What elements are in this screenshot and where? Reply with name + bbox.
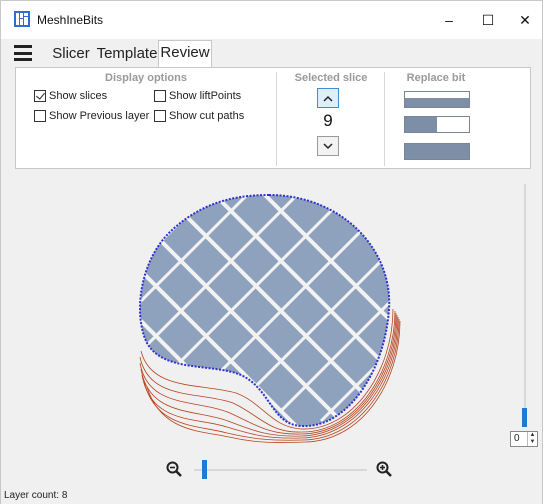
replace-bit-full-length-button[interactable] xyxy=(404,91,470,108)
show-liftpoints-checkbox[interactable]: Show liftPoints xyxy=(154,90,241,102)
app-window: MeshInеBits – ☐ ✕ Slicer Template Review… xyxy=(0,0,543,504)
review-ribbon: Display options Show slices Show liftPoi… xyxy=(15,67,531,169)
tab-template[interactable]: Template xyxy=(96,42,158,67)
layer-spinbox[interactable]: 0 ▲ ▼ xyxy=(510,431,538,447)
show-previous-layer-checkbox[interactable]: Show Previous layer xyxy=(34,110,149,122)
layer-slider-track[interactable] xyxy=(524,184,526,422)
tab-bar: Slicer Template Review xyxy=(1,39,542,68)
zoom-in-icon[interactable] xyxy=(376,461,392,477)
zoom-slider-thumb[interactable] xyxy=(202,460,207,479)
bit-fill xyxy=(405,98,469,107)
slice-down-button[interactable] xyxy=(317,136,339,156)
status-bar: Layer count: 8 xyxy=(1,488,542,504)
group-separator xyxy=(276,72,277,166)
title-bar: MeshInеBits – ☐ ✕ xyxy=(1,1,542,39)
show-cut-paths-checkbox[interactable]: Show cut paths xyxy=(154,110,244,122)
show-slices-checkbox[interactable]: Show slices xyxy=(34,90,107,102)
spinbox-arrows-icon[interactable]: ▲ ▼ xyxy=(527,432,537,446)
zoom-out-icon[interactable] xyxy=(166,461,182,477)
display-options-title: Display options xyxy=(105,72,187,84)
selected-slice-title: Selected slice xyxy=(294,72,368,84)
selected-slice-value: 9 xyxy=(323,111,333,130)
checkbox-label: Show slices xyxy=(49,90,108,102)
bit-fill xyxy=(405,144,469,159)
slice-drawing[interactable] xyxy=(1,171,542,486)
checkbox-box[interactable] xyxy=(154,110,166,122)
slice-up-button[interactable] xyxy=(317,88,339,108)
checkbox-label: Show Previous layer xyxy=(49,110,150,122)
zoom-slider-track[interactable] xyxy=(194,469,367,471)
tab-review[interactable]: Review xyxy=(158,40,212,68)
close-button[interactable]: ✕ xyxy=(502,1,543,39)
checkbox-box[interactable] xyxy=(34,90,46,102)
checkbox-box[interactable] xyxy=(34,110,46,122)
layer-spinbox-value[interactable]: 0 xyxy=(514,433,520,444)
tab-slicer[interactable]: Slicer xyxy=(49,42,93,67)
hamburger-menu-icon[interactable] xyxy=(14,45,32,61)
checkbox-box[interactable] xyxy=(154,90,166,102)
bit-fill xyxy=(405,117,437,132)
chevron-down-icon xyxy=(323,142,333,149)
slice-bits xyxy=(139,195,390,427)
replace-bit-full-button[interactable] xyxy=(404,143,470,160)
app-title: MeshInеBits xyxy=(37,13,104,27)
replace-bit-half-length-button[interactable] xyxy=(404,116,470,133)
chevron-up-icon xyxy=(323,95,333,102)
group-separator xyxy=(384,72,385,166)
slice-viewport[interactable] xyxy=(1,171,542,486)
layer-slider-thumb[interactable] xyxy=(522,408,527,427)
checkbox-label: Show cut paths xyxy=(169,110,245,122)
app-logo-icon xyxy=(14,11,30,27)
replace-bit-title: Replace bit xyxy=(406,72,466,84)
checkbox-label: Show liftPoints xyxy=(169,90,242,102)
